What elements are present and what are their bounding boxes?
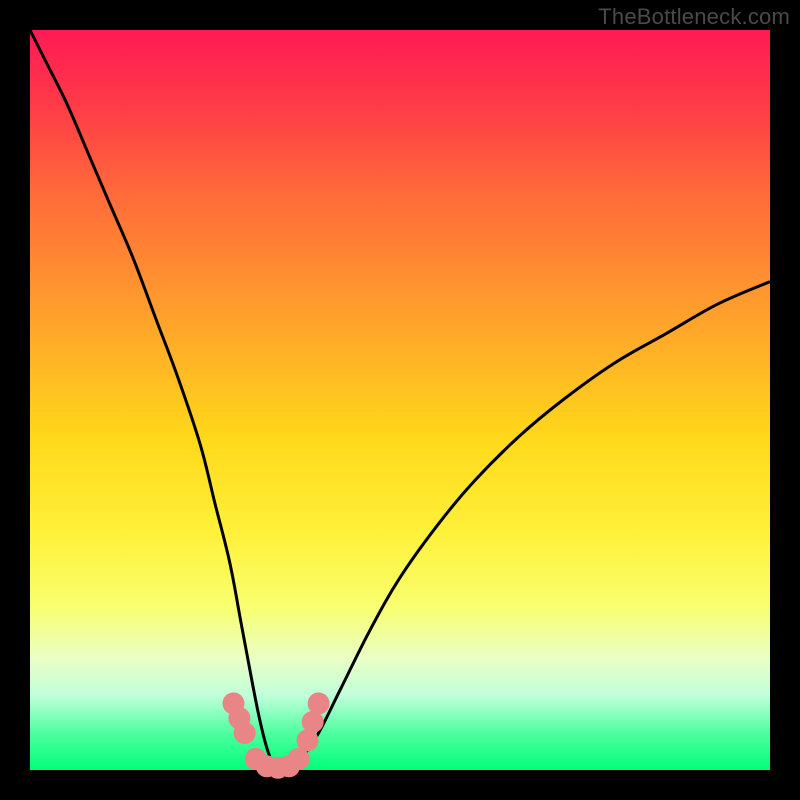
curve-markers [223,692,330,778]
chart-frame: TheBottleneck.com [0,0,800,800]
marker-dot [234,722,256,744]
curve-svg [30,30,770,770]
watermark-text: TheBottleneck.com [598,4,790,30]
marker-dot [308,692,330,714]
bottleneck-curve [30,30,770,770]
marker-dot [297,729,319,751]
plot-area [30,30,770,770]
